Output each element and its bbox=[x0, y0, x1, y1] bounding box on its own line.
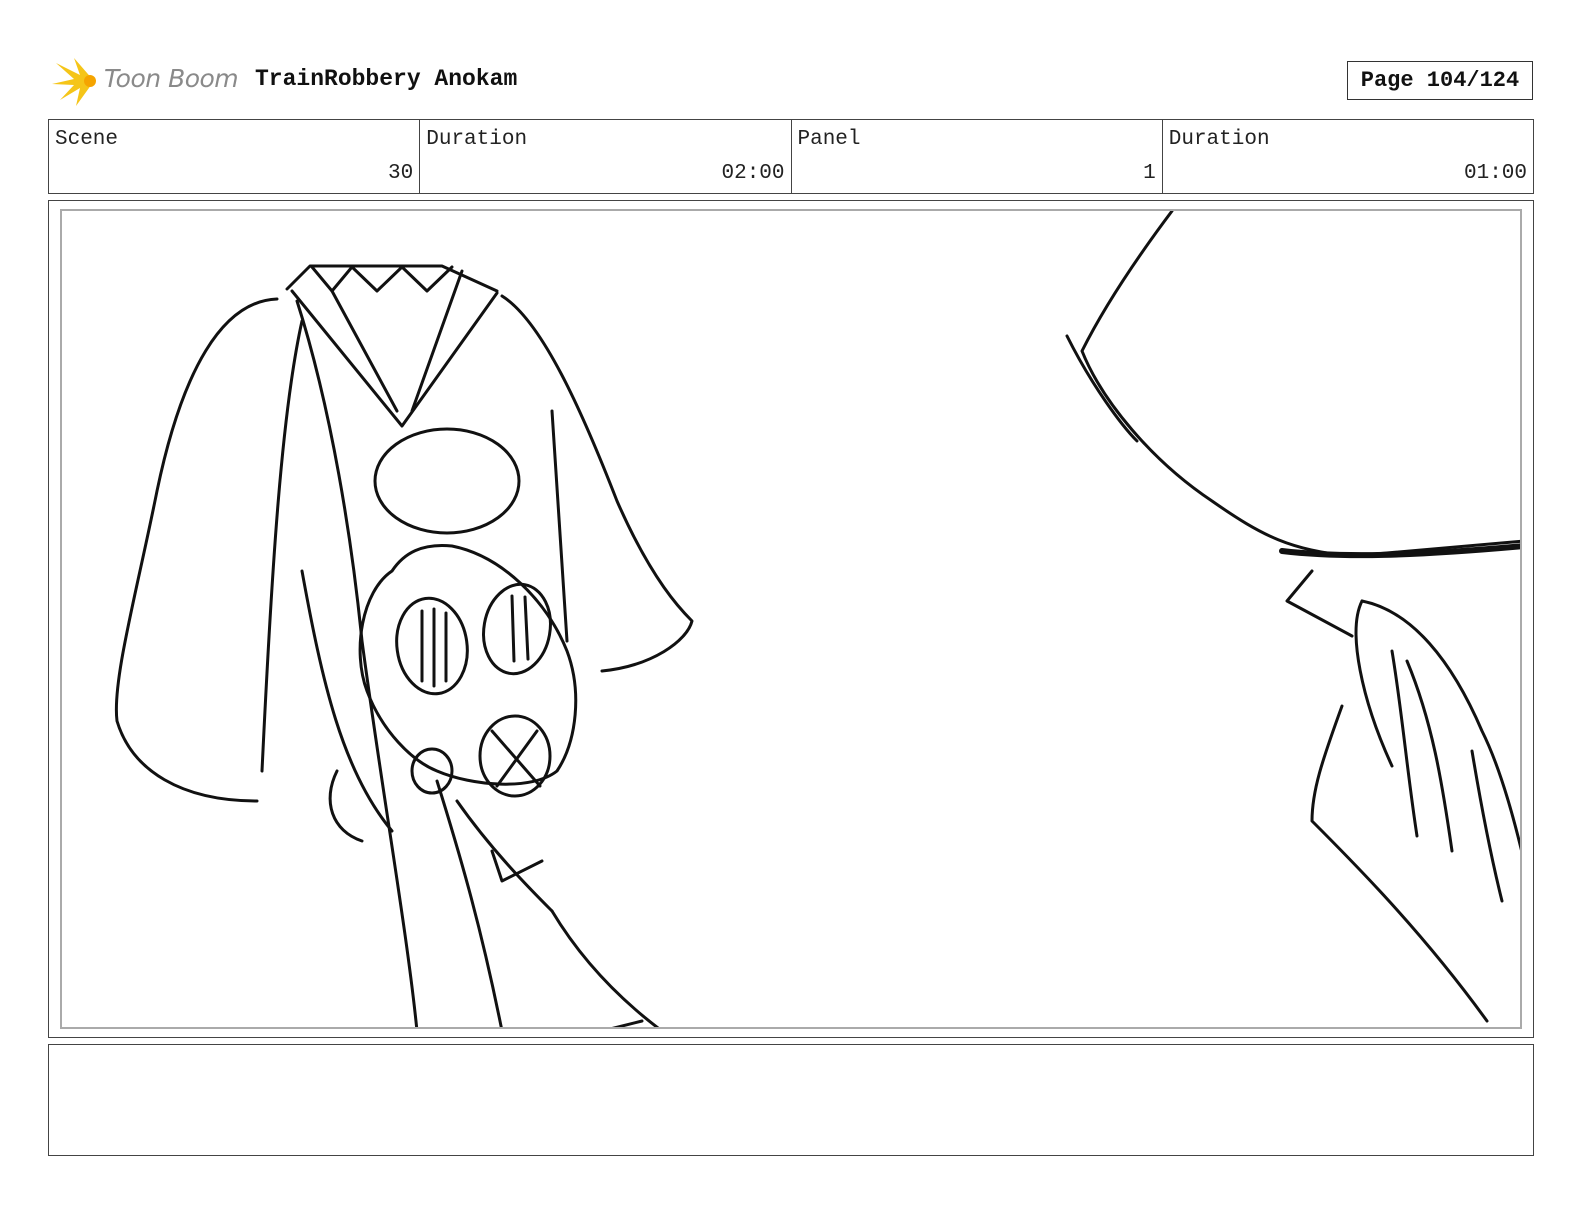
logo-text: Toon Boom bbox=[104, 64, 239, 93]
character-back-sketch bbox=[114, 264, 694, 1027]
scene-value: 30 bbox=[388, 162, 414, 185]
panel-sketch bbox=[114, 211, 1520, 1027]
scene-cell: Scene 30 bbox=[49, 120, 421, 193]
toon-boom-star-icon bbox=[52, 58, 96, 106]
panel-duration-value: 01:00 bbox=[1463, 162, 1527, 185]
scene-label: Scene bbox=[55, 128, 119, 151]
scene-duration-cell: Duration 02:00 bbox=[420, 120, 792, 193]
panel-duration-label: Duration bbox=[1168, 128, 1270, 151]
page-number: Page 104/124 bbox=[1347, 61, 1533, 100]
toon-boom-logo: Toon Boom bbox=[50, 54, 240, 108]
panel-label: Panel bbox=[797, 128, 861, 151]
storyboard-panel bbox=[48, 200, 1534, 1038]
foreground-figure-sketch bbox=[1065, 211, 1520, 1023]
project-title: TrainRobbery Anokam bbox=[255, 66, 518, 92]
panel-drawing-area bbox=[60, 209, 1522, 1029]
info-row: Scene 30 Duration 02:00 Panel 1 Duration… bbox=[48, 119, 1534, 194]
scene-duration-value: 02:00 bbox=[721, 162, 785, 185]
scene-duration-label: Duration bbox=[426, 128, 528, 151]
panel-duration-cell: Duration 01:00 bbox=[1163, 120, 1533, 193]
notes-box bbox=[48, 1044, 1534, 1156]
panel-cell: Panel 1 bbox=[792, 120, 1163, 193]
panel-value: 1 bbox=[1143, 162, 1156, 185]
